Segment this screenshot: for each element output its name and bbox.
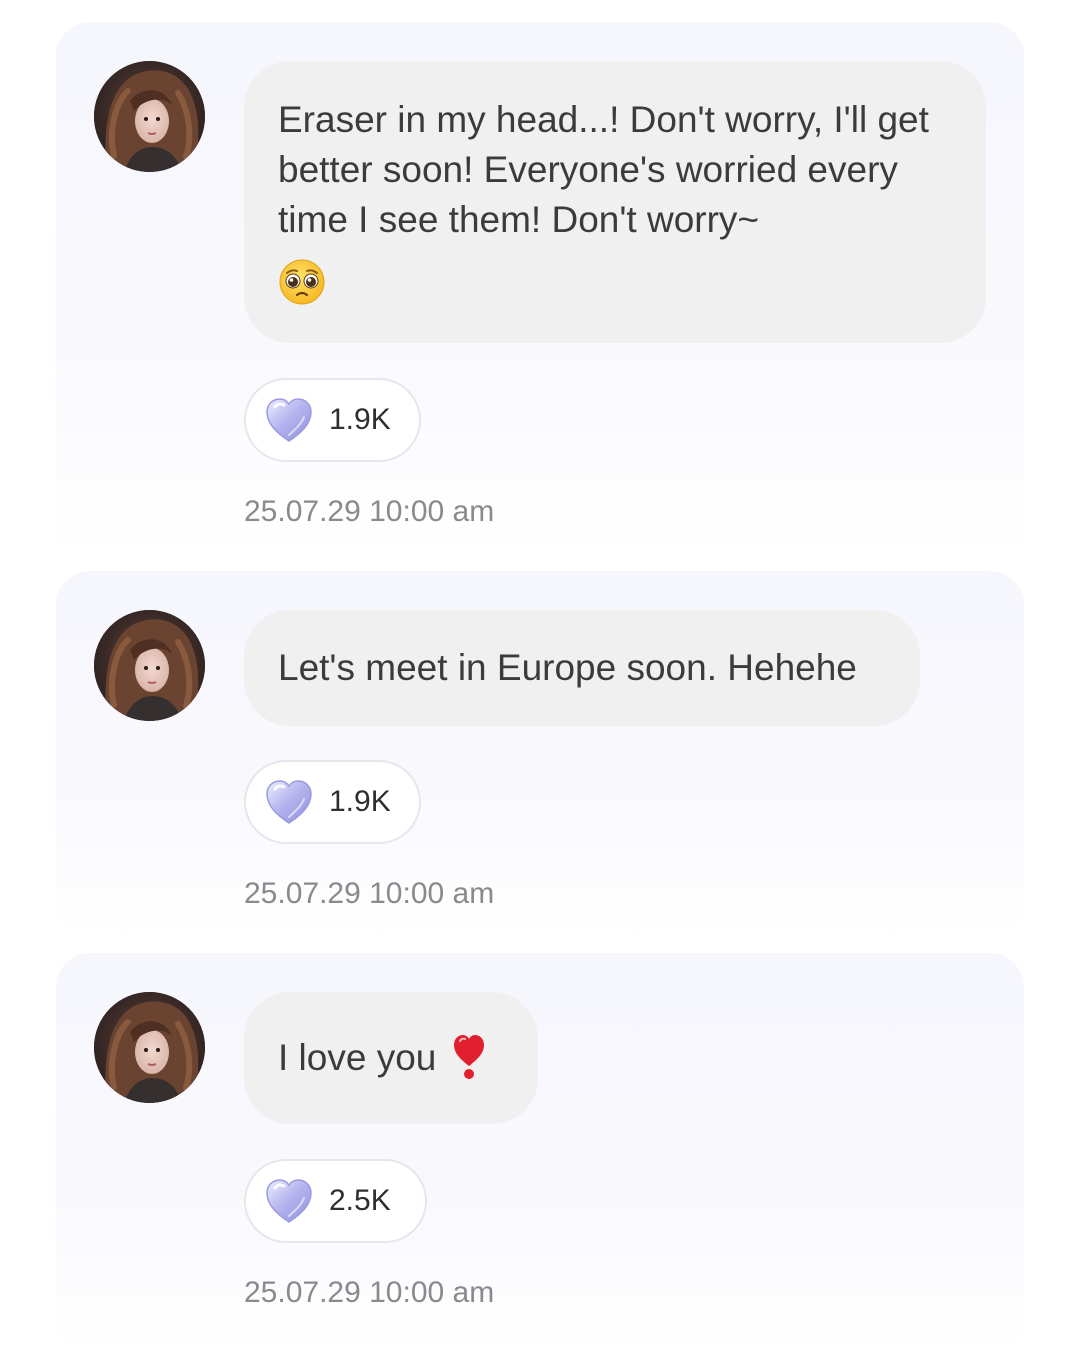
like-count: 1.9K <box>329 403 391 436</box>
message-bubble[interactable]: I love you <box>244 992 538 1124</box>
avatar-photo <box>94 992 205 1103</box>
avatar[interactable] <box>94 992 205 1103</box>
message-text: Eraser in my head...! Don't worry, I'll … <box>278 99 929 240</box>
message-card: Let's meet in Europe soon. Hehehe 1.9K 2… <box>56 571 1024 939</box>
avatar-photo <box>94 610 205 721</box>
like-count: 1.9K <box>329 785 391 818</box>
avatar-photo <box>94 61 205 172</box>
like-button[interactable]: 1.9K <box>244 378 421 462</box>
message-feed: Eraser in my head...! Don't worry, I'll … <box>0 0 1080 1353</box>
message-bubble[interactable]: Let's meet in Europe soon. Hehehe <box>244 610 920 726</box>
crystal-heart-icon <box>266 780 312 824</box>
avatar[interactable] <box>94 61 205 172</box>
like-count: 2.5K <box>329 1184 391 1217</box>
message-card: I love you 2.5K 25.07.29 10:00 am <box>56 953 1024 1353</box>
timestamp: 25.07.29 10:00 am <box>244 877 495 910</box>
heart-exclamation-icon <box>454 1035 485 1080</box>
timestamp: 25.07.29 10:00 am <box>244 1276 495 1309</box>
message-text: I love you <box>278 1037 437 1078</box>
timestamp: 25.07.29 10:00 am <box>244 495 495 528</box>
crystal-heart-icon <box>266 398 312 442</box>
message-text: Let's meet in Europe soon. Hehehe <box>278 647 857 688</box>
like-button[interactable]: 2.5K <box>244 1159 427 1243</box>
crystal-heart-icon <box>266 1179 312 1223</box>
message-card: Eraser in my head...! Don't worry, I'll … <box>56 22 1024 557</box>
pleading-face-icon <box>279 259 325 305</box>
avatar[interactable] <box>94 610 205 721</box>
like-button[interactable]: 1.9K <box>244 760 421 844</box>
message-bubble[interactable]: Eraser in my head...! Don't worry, I'll … <box>244 61 986 343</box>
